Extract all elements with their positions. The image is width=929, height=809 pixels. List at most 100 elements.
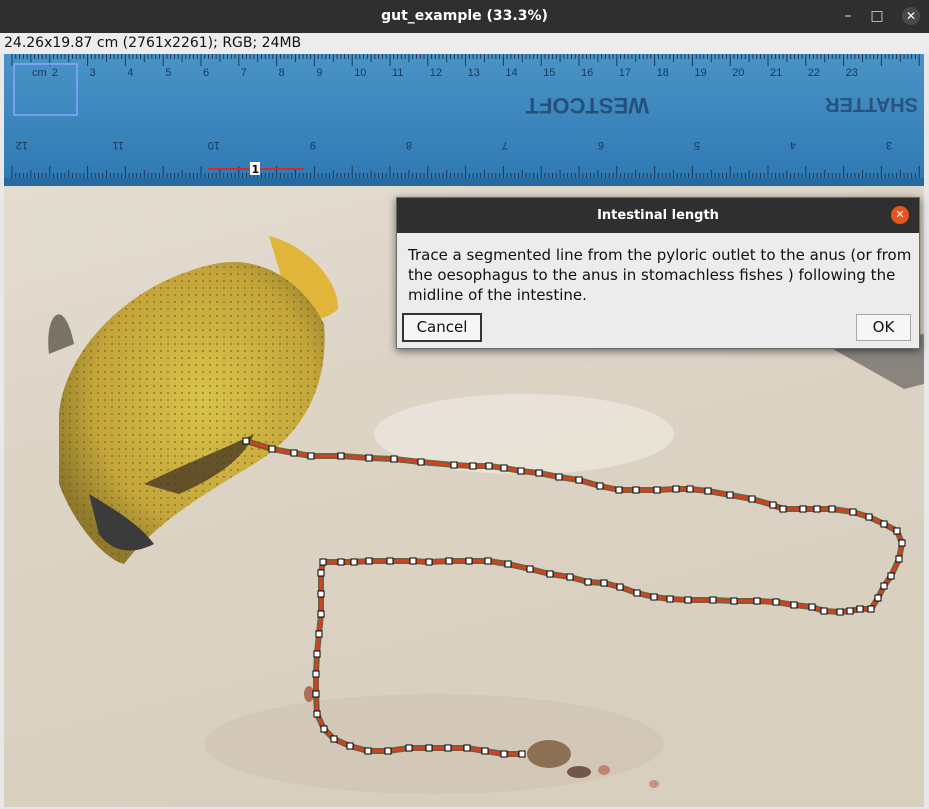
trace-handle[interactable]: [880, 582, 888, 590]
trace-handle[interactable]: [684, 596, 692, 604]
trace-handle[interactable]: [846, 607, 854, 615]
trace-handle[interactable]: [836, 608, 844, 616]
trace-handle[interactable]: [748, 495, 756, 503]
trace-handle[interactable]: [584, 578, 592, 586]
trace-handle[interactable]: [566, 573, 574, 581]
trace-handle[interactable]: [417, 458, 425, 466]
trace-handle[interactable]: [895, 555, 903, 563]
trace-handle[interactable]: [596, 482, 604, 490]
trace-handle[interactable]: [893, 527, 901, 535]
trace-handle[interactable]: [828, 505, 836, 513]
trace-handle[interactable]: [504, 560, 512, 568]
trace-handle[interactable]: [820, 607, 828, 615]
trace-handle[interactable]: [450, 461, 458, 469]
image-canvas-drawing[interactable]: cm 2 3 4 5 6 7 8 9 10 11 12 13 14 15 16 17 18 19 20 21 22 23 1…: [4, 54, 924, 807]
trace-handle[interactable]: [753, 597, 761, 605]
trace-handle[interactable]: [517, 467, 525, 475]
ok-button[interactable]: OK: [856, 314, 911, 341]
trace-handle[interactable]: [546, 570, 554, 578]
trace-handle[interactable]: [463, 744, 471, 752]
trace-handle[interactable]: [317, 590, 325, 598]
trace-handle[interactable]: [575, 476, 583, 484]
trace-handle[interactable]: [330, 735, 338, 743]
trace-handle[interactable]: [535, 469, 543, 477]
trace-handle[interactable]: [726, 491, 734, 499]
trace-handle[interactable]: [425, 558, 433, 566]
trace-handle[interactable]: [616, 583, 624, 591]
trace-handle[interactable]: [320, 725, 328, 733]
trace-handle[interactable]: [364, 747, 372, 755]
trace-handle[interactable]: [772, 598, 780, 606]
trace-handle[interactable]: [317, 569, 325, 577]
trace-handle[interactable]: [444, 744, 452, 752]
trace-handle[interactable]: [704, 487, 712, 495]
trace-handle[interactable]: [887, 572, 895, 580]
trace-handle[interactable]: [365, 557, 373, 565]
trace-handle[interactable]: [518, 750, 526, 758]
trace-handle[interactable]: [319, 558, 327, 566]
trace-handle[interactable]: [405, 744, 413, 752]
trace-handle[interactable]: [874, 594, 882, 602]
trace-handle[interactable]: [632, 486, 640, 494]
trace-handle[interactable]: [856, 605, 864, 613]
ruler-number: 7: [502, 139, 508, 151]
trace-handle[interactable]: [500, 750, 508, 758]
trace-handle[interactable]: [268, 445, 276, 453]
trace-handle[interactable]: [365, 454, 373, 462]
trace-handle[interactable]: [730, 597, 738, 605]
trace-handle[interactable]: [500, 464, 508, 472]
trace-handle[interactable]: [346, 742, 354, 750]
trace-handle[interactable]: [307, 452, 315, 460]
trace-handle[interactable]: [865, 513, 873, 521]
trace-handle[interactable]: [315, 630, 323, 638]
trace-handle[interactable]: [313, 650, 321, 658]
trace-handle[interactable]: [849, 508, 857, 516]
trace-handle[interactable]: [526, 565, 534, 573]
trace-handle[interactable]: [672, 485, 680, 493]
trace-handle[interactable]: [290, 449, 298, 457]
trace-handle[interactable]: [709, 596, 717, 604]
trace-handle[interactable]: [813, 505, 821, 513]
trace-handle[interactable]: [425, 744, 433, 752]
trace-handle[interactable]: [312, 670, 320, 678]
dialog-close-icon[interactable]: ✕: [891, 206, 909, 224]
trace-handle[interactable]: [409, 557, 417, 565]
trace-handle[interactable]: [465, 557, 473, 565]
close-icon[interactable]: ✕: [902, 7, 920, 25]
trace-handle[interactable]: [386, 557, 394, 565]
trace-handle[interactable]: [312, 690, 320, 698]
trace-handle[interactable]: [808, 603, 816, 611]
trace-handle[interactable]: [350, 558, 358, 566]
trace-handle[interactable]: [615, 486, 623, 494]
trace-handle[interactable]: [600, 579, 608, 587]
trace-handle[interactable]: [555, 473, 563, 481]
trace-handle[interactable]: [485, 462, 493, 470]
trace-handle[interactable]: [769, 501, 777, 509]
trace-handle[interactable]: [666, 595, 674, 603]
trace-handle[interactable]: [390, 455, 398, 463]
trace-handle[interactable]: [779, 505, 787, 513]
trace-handle[interactable]: [313, 710, 321, 718]
trace-handle[interactable]: [880, 520, 888, 528]
image-canvas[interactable]: cm 2 3 4 5 6 7 8 9 10 11 12 13 14 15 16 17 18 19 20 21 22 23 1…: [4, 54, 924, 807]
minimize-icon[interactable]: –: [839, 7, 857, 25]
trace-handle[interactable]: [653, 486, 661, 494]
trace-handle[interactable]: [337, 558, 345, 566]
trace-handle[interactable]: [686, 485, 694, 493]
trace-handle[interactable]: [384, 747, 392, 755]
cancel-button[interactable]: Cancel: [402, 313, 482, 342]
trace-handle[interactable]: [481, 747, 489, 755]
trace-handle[interactable]: [898, 539, 906, 547]
trace-handle[interactable]: [633, 589, 641, 597]
trace-handle[interactable]: [484, 557, 492, 565]
trace-handle[interactable]: [790, 601, 798, 609]
trace-handle[interactable]: [799, 505, 807, 513]
trace-handle[interactable]: [650, 593, 658, 601]
trace-handle[interactable]: [242, 437, 250, 445]
trace-handle[interactable]: [337, 452, 345, 460]
trace-handle[interactable]: [469, 462, 477, 470]
trace-handle[interactable]: [317, 610, 325, 618]
trace-handle[interactable]: [445, 557, 453, 565]
maximize-icon[interactable]: □: [868, 7, 886, 25]
trace-handle[interactable]: [867, 605, 875, 613]
